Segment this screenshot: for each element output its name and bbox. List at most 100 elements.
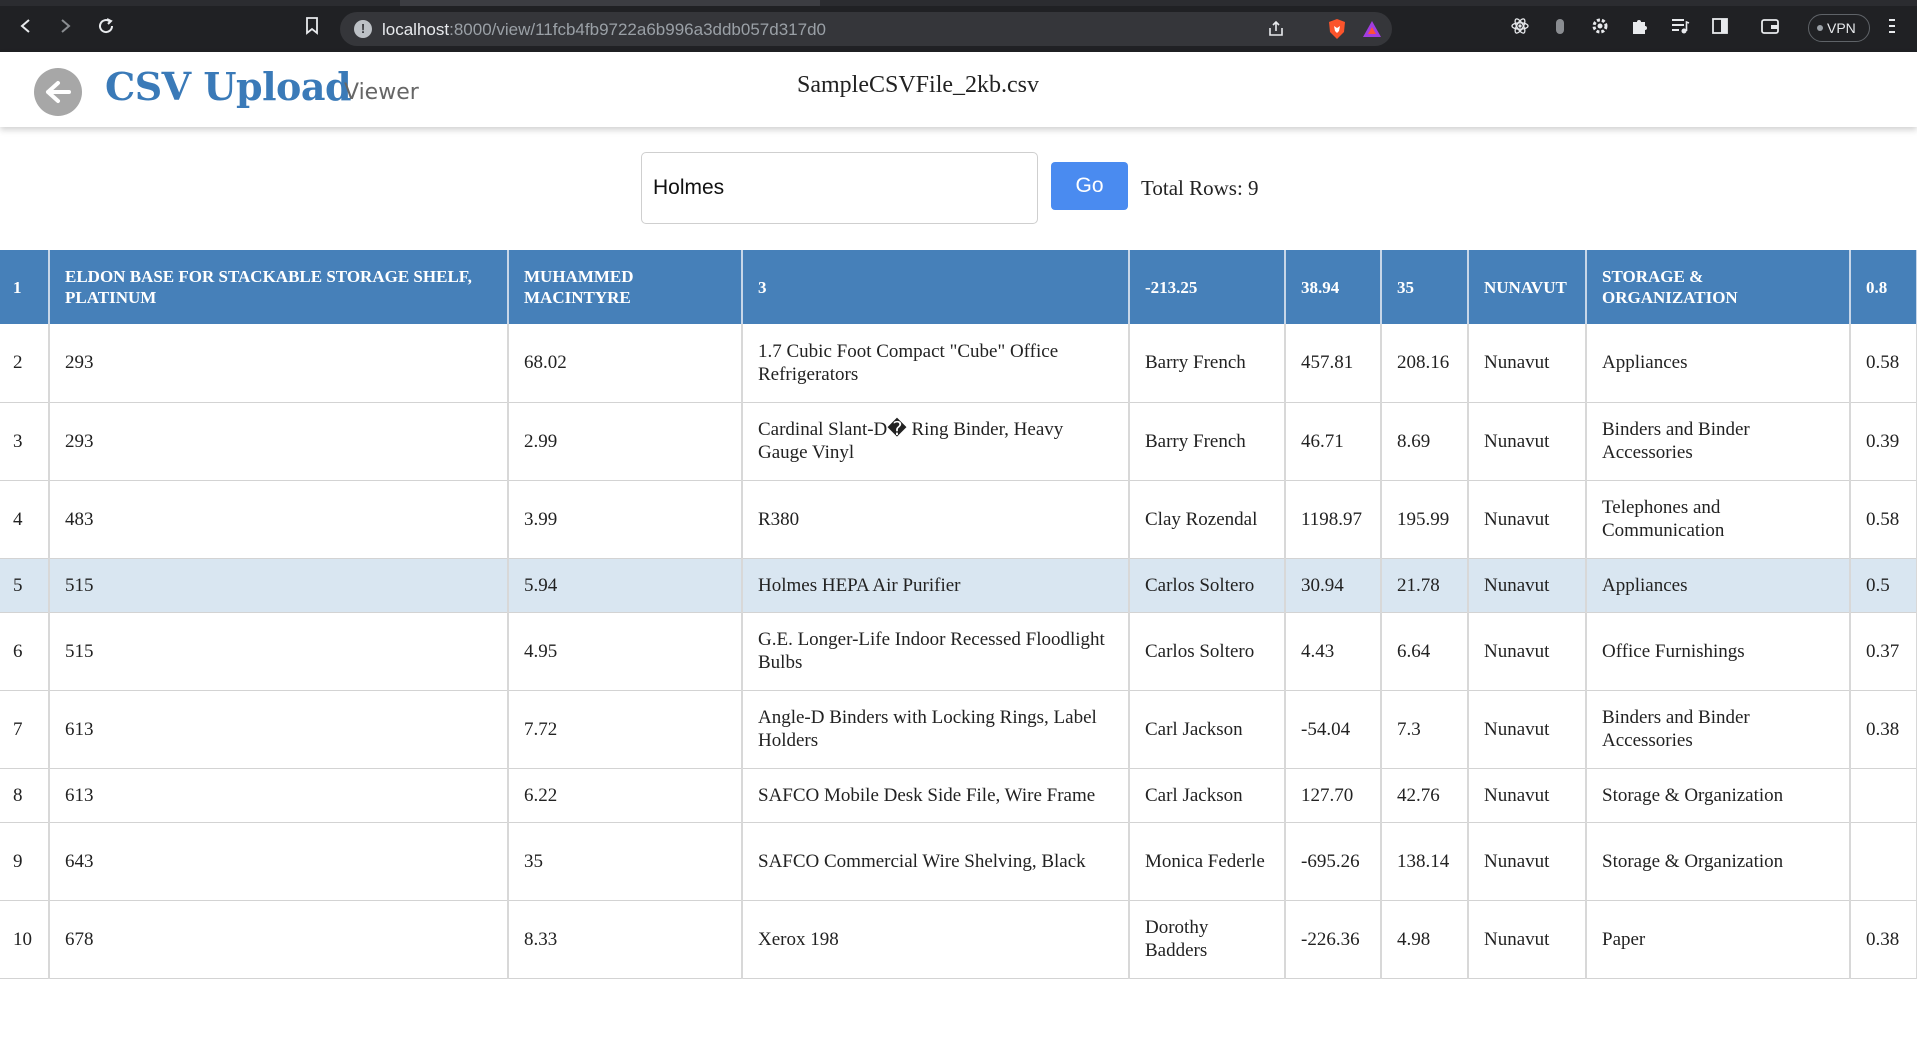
extension-icon[interactable] xyxy=(1548,14,1572,38)
brave-rewards-icon[interactable] xyxy=(1360,17,1384,41)
search-input[interactable] xyxy=(641,152,1038,224)
column-header[interactable]: NUNAVUT xyxy=(1468,250,1587,324)
table-cell: 30.94 xyxy=(1285,558,1382,613)
column-header[interactable]: 38.94 xyxy=(1285,250,1382,324)
table-cell: 1.7 Cubic Foot Compact "Cube" Office Ref… xyxy=(742,324,1130,403)
table-cell: SAFCO Commercial Wire Shelving, Black xyxy=(742,822,1130,901)
table-cell: 0.39 xyxy=(1850,402,1917,481)
table-cell: 10 xyxy=(0,900,50,979)
table-cell: -226.36 xyxy=(1285,900,1382,979)
table-cell: 293 xyxy=(49,402,509,481)
reload-icon[interactable] xyxy=(94,14,118,38)
extensions-puzzle-icon[interactable] xyxy=(1628,14,1652,38)
table-cell: 8.69 xyxy=(1381,402,1469,481)
table-row[interactable]: 6 515 4.95 G.E. Longer-Life Indoor Reces… xyxy=(0,612,1917,691)
go-button[interactable]: Go xyxy=(1051,162,1128,210)
table-cell: Barry French xyxy=(1129,402,1286,481)
table-cell: 6.64 xyxy=(1381,612,1469,691)
table-cell: Appliances xyxy=(1586,558,1851,613)
table-row[interactable]: 9 643 35 SAFCO Commercial Wire Shelving,… xyxy=(0,822,1917,901)
table-cell: 613 xyxy=(49,690,509,769)
column-header[interactable]: -213.25 xyxy=(1129,250,1286,324)
table-cell: 515 xyxy=(49,612,509,691)
table-cell: Monica Federle xyxy=(1129,822,1286,901)
menu-icon[interactable] xyxy=(1880,14,1904,38)
table-cell: 8.33 xyxy=(508,900,743,979)
column-header[interactable]: 3 xyxy=(742,250,1130,324)
table-cell: 2 xyxy=(0,324,50,403)
app-title: CSV Upload xyxy=(105,64,352,109)
table-cell: 457.81 xyxy=(1285,324,1382,403)
address-bar[interactable]: ! localhost:8000/view/11fcb4fb9722a6b996… xyxy=(340,12,1392,46)
column-header[interactable]: 0.8 xyxy=(1850,250,1917,324)
table-cell: 6.22 xyxy=(508,768,743,823)
table-cell: Nunavut xyxy=(1468,822,1587,901)
table-header-row: 1 ELDON BASE FOR STACKABLE STORAGE SHELF… xyxy=(0,250,1917,324)
table-cell: 678 xyxy=(49,900,509,979)
table-row[interactable]: 4 483 3.99 R380 Clay Rozendal 1198.97 19… xyxy=(0,480,1917,559)
table-cell: 5 xyxy=(0,558,50,613)
table-cell: -54.04 xyxy=(1285,690,1382,769)
table-row[interactable]: 10 678 8.33 Xerox 198 Dorothy Badders -2… xyxy=(0,900,1917,979)
table-cell: Storage & Organization xyxy=(1586,768,1851,823)
column-header[interactable]: 35 xyxy=(1381,250,1469,324)
bookmark-icon[interactable] xyxy=(300,14,324,38)
app-header: CSV Upload Viewer SampleCSVFile_2kb.csv xyxy=(0,52,1917,127)
table-cell: Paper xyxy=(1586,900,1851,979)
table-cell: Xerox 198 xyxy=(742,900,1130,979)
site-info-icon[interactable]: ! xyxy=(354,20,372,38)
table-cell: 138.14 xyxy=(1381,822,1469,901)
table-cell: SAFCO Mobile Desk Side File, Wire Frame xyxy=(742,768,1130,823)
table-cell: 0.37 xyxy=(1850,612,1917,691)
table-cell: Barry French xyxy=(1129,324,1286,403)
brave-shields-icon[interactable] xyxy=(1325,17,1349,41)
vpn-button[interactable]: VPN xyxy=(1808,14,1870,42)
table-cell: Nunavut xyxy=(1468,558,1587,613)
table-cell: 7.72 xyxy=(508,690,743,769)
back-button[interactable] xyxy=(34,68,82,116)
arrow-left-icon xyxy=(46,81,71,103)
table-cell: 3 xyxy=(0,402,50,481)
column-header[interactable]: STORAGE & ORGANIZATION xyxy=(1586,250,1851,324)
column-header[interactable]: ELDON BASE FOR STACKABLE STORAGE SHELF, … xyxy=(49,250,509,324)
table-cell: 6 xyxy=(0,612,50,691)
table-cell: 195.99 xyxy=(1381,480,1469,559)
table-row[interactable]: 7 613 7.72 Angle-D Binders with Locking … xyxy=(0,690,1917,769)
table-cell: Appliances xyxy=(1586,324,1851,403)
table-cell: 5.94 xyxy=(508,558,743,613)
active-tab[interactable] xyxy=(400,0,820,6)
table-cell: Nunavut xyxy=(1468,768,1587,823)
table-cell: Dorothy Badders xyxy=(1129,900,1286,979)
table-cell: 0.38 xyxy=(1850,690,1917,769)
react-devtools-icon[interactable] xyxy=(1508,14,1532,38)
table-cell: Holmes HEPA Air Purifier xyxy=(742,558,1130,613)
playlist-icon[interactable] xyxy=(1668,14,1692,38)
table-cell: Cardinal Slant-D� Ring Binder, Heavy Gau… xyxy=(742,402,1130,481)
gear-icon[interactable] xyxy=(1588,14,1612,38)
forward-nav-icon[interactable] xyxy=(53,14,77,38)
table-cell xyxy=(1850,768,1917,823)
table-cell: 7.3 xyxy=(1381,690,1469,769)
table-row-highlighted[interactable]: 5 515 5.94 Holmes HEPA Air Purifier Carl… xyxy=(0,558,1917,613)
share-icon[interactable] xyxy=(1264,17,1288,41)
table-row[interactable]: 3 293 2.99 Cardinal Slant-D� Ring Binder… xyxy=(0,402,1917,481)
table-cell: 35 xyxy=(508,822,743,901)
table-row[interactable]: 8 613 6.22 SAFCO Mobile Desk Side File, … xyxy=(0,768,1917,823)
table-cell: 127.70 xyxy=(1285,768,1382,823)
table-cell: Telephones and Communication xyxy=(1586,480,1851,559)
table-cell: 4 xyxy=(0,480,50,559)
table-cell: 208.16 xyxy=(1381,324,1469,403)
table-row[interactable]: 2 293 68.02 1.7 Cubic Foot Compact "Cube… xyxy=(0,324,1917,403)
column-header[interactable]: 1 xyxy=(0,250,50,324)
url-text[interactable]: localhost:8000/view/11fcb4fb9722a6b996a3… xyxy=(382,20,826,40)
table-cell: Nunavut xyxy=(1468,402,1587,481)
back-nav-icon[interactable] xyxy=(14,14,38,38)
table-cell: Office Furnishings xyxy=(1586,612,1851,691)
wallet-icon[interactable] xyxy=(1758,14,1782,38)
table-cell: Carl Jackson xyxy=(1129,690,1286,769)
table-cell: G.E. Longer-Life Indoor Recessed Floodli… xyxy=(742,612,1130,691)
sidebar-icon[interactable] xyxy=(1708,14,1732,38)
table-cell: 2.99 xyxy=(508,402,743,481)
column-header[interactable]: MUHAMMED MACINTYRE xyxy=(508,250,743,324)
table-cell: 613 xyxy=(49,768,509,823)
